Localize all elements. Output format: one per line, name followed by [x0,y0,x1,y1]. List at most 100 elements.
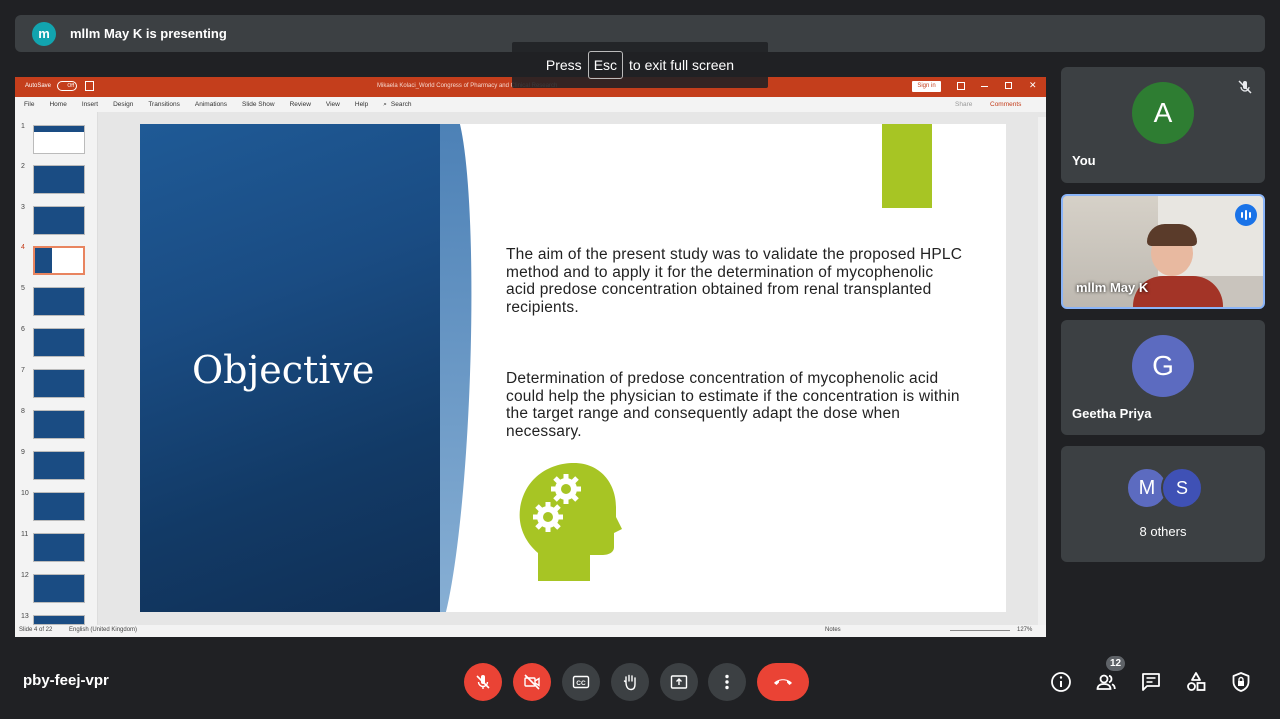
thumb-number: 6 [21,326,25,333]
slide-thumbnail[interactable] [33,369,85,398]
presenter-hair [1147,224,1197,246]
leave-call-button[interactable] [757,663,809,701]
slide-thumbnail[interactable] [33,574,85,603]
more-options-button[interactable] [708,663,746,701]
menu-slide-show[interactable]: Slide Show [242,101,275,108]
raise-hand-button[interactable] [611,663,649,701]
save-icon[interactable] [85,81,94,91]
avatar: G [1132,335,1194,397]
participant-tile-you[interactable]: A You [1061,67,1265,183]
avatar: S [1161,467,1203,509]
captions-button[interactable]: CC [562,663,600,701]
notes-button[interactable]: Notes [825,627,841,633]
slide-paragraph-aim: The aim of the present study was to vali… [506,246,963,316]
chat-button[interactable] [1139,670,1163,694]
slide-thumbnail[interactable] [33,125,85,154]
mic-toggle-button[interactable] [464,663,502,701]
host-controls-button[interactable] [1229,670,1253,694]
thumb-number: 5 [21,285,25,292]
menu-file[interactable]: File [24,101,34,108]
thumb-number: 2 [21,163,25,170]
shield-lock-icon [1232,672,1250,692]
thumb-number: 13 [21,613,29,620]
thumb-number: 4 [21,244,25,251]
slide-paragraph-determination: Determination of predose concentration o… [506,370,960,440]
slide-thumbnail-selected[interactable] [33,246,85,275]
thumb-number: 10 [21,490,29,497]
fullscreen-toast: Press Esc to exit full screen [512,42,768,88]
thumb-number: 8 [21,408,25,415]
comments-button[interactable]: Comments [990,101,1021,108]
slide-thumbnail[interactable] [33,165,85,194]
people-icon [1096,674,1116,690]
participant-name: mllm May K [1076,280,1149,295]
participant-tile-geetha[interactable]: G Geetha Priya [1061,320,1265,435]
search-icon[interactable]: ⌕ [383,101,387,109]
menu-home[interactable]: Home [49,101,66,108]
menu-transitions[interactable]: Transitions [148,101,180,108]
slide-thumbnail[interactable] [33,615,85,625]
menu-insert[interactable]: Insert [82,101,98,108]
zoom-slider[interactable] [950,630,1010,631]
thumb-number: 11 [21,531,29,538]
thumb-number: 1 [21,123,25,130]
slide-accent-bar [882,124,932,208]
activities-shapes-icon [1187,672,1206,691]
shared-screen: AutoSave Off Mikaela Kolaci_World Congre… [15,77,1046,637]
people-button[interactable] [1094,670,1118,694]
menu-design[interactable]: Design [113,101,133,108]
slide-canvas: Objective The aim of the present study w… [140,124,1006,612]
activities-button[interactable] [1184,670,1208,694]
camera-toggle-button[interactable] [513,663,551,701]
slide-thumbnail[interactable] [33,451,85,480]
participant-name: Geetha Priya [1072,406,1152,421]
chat-icon [1142,673,1160,691]
sign-in-button[interactable]: Sign in [912,81,941,92]
speaking-indicator-icon [1235,204,1257,226]
people-count-badge: 12 [1106,656,1125,671]
thumb-number: 3 [21,204,25,211]
slide-thumbnail[interactable] [33,410,85,439]
ppt-search[interactable]: Search [391,101,412,108]
share-button[interactable]: Share [955,101,972,108]
vertical-scrollbar[interactable] [1038,117,1046,625]
slide-counter: Slide 4 of 22 [19,627,53,633]
others-count: 8 others [1139,524,1187,539]
hand-icon [623,674,636,691]
autosave-label: AutoSave [25,83,52,89]
slide-thumbnail[interactable] [33,206,85,235]
participant-tile-others[interactable]: M S 8 others [1061,446,1265,562]
toast-message: to exit full screen [629,57,735,73]
thumb-number: 9 [21,449,25,456]
autosave-toggle[interactable]: Off [57,81,77,91]
present-now-button[interactable] [660,663,698,701]
slide-thumbnail[interactable] [33,287,85,316]
close-icon[interactable]: ✕ [1029,80,1037,91]
present-screen-icon [670,675,688,689]
menu-animations[interactable]: Animations [195,101,227,108]
ribbon-display-icon[interactable] [957,82,965,90]
mic-off-icon [476,675,490,689]
language-status: English (United Kingdom) [69,627,138,633]
meeting-details-button[interactable] [1049,670,1073,694]
hang-up-icon [774,679,792,685]
meeting-code: pby-feej-vpr [23,672,109,689]
maximize-icon[interactable] [1005,82,1012,89]
camera-off-icon [524,674,540,690]
participant-tile-presenter[interactable]: mllm May K [1061,194,1265,309]
zoom-level[interactable]: 127% [1017,627,1032,633]
slide-thumbnails: 1 2 3 4 5 6 7 8 9 10 11 12 13 [15,112,98,625]
presenting-label: mllm May K is presenting [70,26,227,41]
info-icon [1051,672,1071,692]
ppt-menu-bar: File Home Insert Design Transitions Anim… [15,97,1046,112]
minimize-icon[interactable] [981,86,988,87]
slide-thumbnail[interactable] [33,533,85,562]
slide-thumbnail[interactable] [33,492,85,521]
menu-help[interactable]: Help [355,101,368,108]
menu-view[interactable]: View [326,101,340,108]
ppt-status-bar: Slide 4 of 22 English (United Kingdom) N… [15,625,1046,637]
slide-thumbnail[interactable] [33,328,85,357]
slide-title: Objective [192,348,375,392]
thumb-number: 7 [21,367,25,374]
menu-review[interactable]: Review [290,101,311,108]
